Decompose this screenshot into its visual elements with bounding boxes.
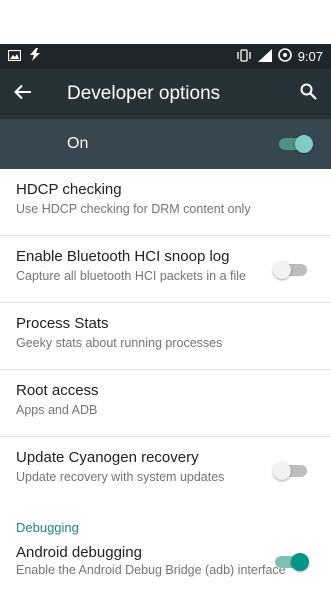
pref-summary: Apps and ADB [16, 403, 98, 417]
pref-summary: Enable the Android Debug Bridge (adb) in… [16, 563, 286, 577]
pref-summary: Use HDCP checking for DRM content only [16, 202, 251, 216]
pref-root-access[interactable]: Root access Apps and ADB [0, 370, 331, 437]
app-bar: Developer options [0, 69, 331, 119]
screen-top-margin [0, 0, 331, 44]
cyanogen-recovery-toggle[interactable] [273, 461, 309, 481]
pref-title: Root access [16, 382, 99, 399]
pref-android-debugging[interactable]: Android debugging Enable the Android Deb… [0, 534, 331, 595]
image-icon [7, 48, 22, 66]
pref-summary: Update recovery with system updates [16, 470, 225, 484]
pref-title: Android debugging [16, 544, 142, 561]
data-saver-icon [277, 48, 292, 65]
pref-summary: Capture all bluetooth HCI packets in a f… [16, 269, 246, 283]
vibrate-icon [236, 48, 252, 65]
status-bar: 9:07 [0, 44, 331, 69]
status-left-icons [7, 47, 41, 66]
flash-icon [29, 47, 41, 66]
status-time: 9:07 [297, 49, 323, 64]
pref-title: Update Cyanogen recovery [16, 449, 199, 466]
search-button[interactable] [285, 69, 331, 119]
signal-icon [257, 48, 272, 65]
toggle-thumb [295, 135, 313, 153]
bluetooth-hci-toggle[interactable] [273, 260, 309, 280]
page-title: Developer options [67, 83, 221, 104]
back-button[interactable] [0, 69, 46, 119]
pref-process-stats[interactable]: Process Stats Geeky stats about running … [0, 303, 331, 370]
pref-summary: Geeky stats about running processes [16, 336, 223, 350]
pref-update-cyanogen-recovery[interactable]: Update Cyanogen recovery Update recovery… [0, 437, 331, 504]
status-right-icons: 9:07 [236, 48, 323, 65]
category-label: Debugging [16, 520, 79, 535]
pref-title: Process Stats [16, 315, 109, 332]
android-debugging-toggle[interactable] [273, 552, 309, 572]
pref-hdcp-checking[interactable]: HDCP checking Use HDCP checking for DRM … [0, 169, 331, 236]
toggle-thumb [273, 261, 291, 279]
category-debugging: Debugging [0, 504, 331, 535]
master-switch-bar[interactable]: On [0, 119, 331, 169]
master-switch-label: On [67, 135, 89, 152]
settings-list: HDCP checking Use HDCP checking for DRM … [0, 169, 331, 595]
master-toggle[interactable] [277, 134, 313, 154]
pref-bluetooth-hci-snoop-log[interactable]: Enable Bluetooth HCI snoop log Capture a… [0, 236, 331, 303]
toggle-thumb [273, 462, 291, 480]
search-icon [300, 83, 317, 105]
pref-title: Enable Bluetooth HCI snoop log [16, 248, 230, 265]
toggle-thumb [291, 553, 309, 571]
arrow-back-icon [14, 84, 32, 105]
pref-title: HDCP checking [16, 181, 122, 198]
